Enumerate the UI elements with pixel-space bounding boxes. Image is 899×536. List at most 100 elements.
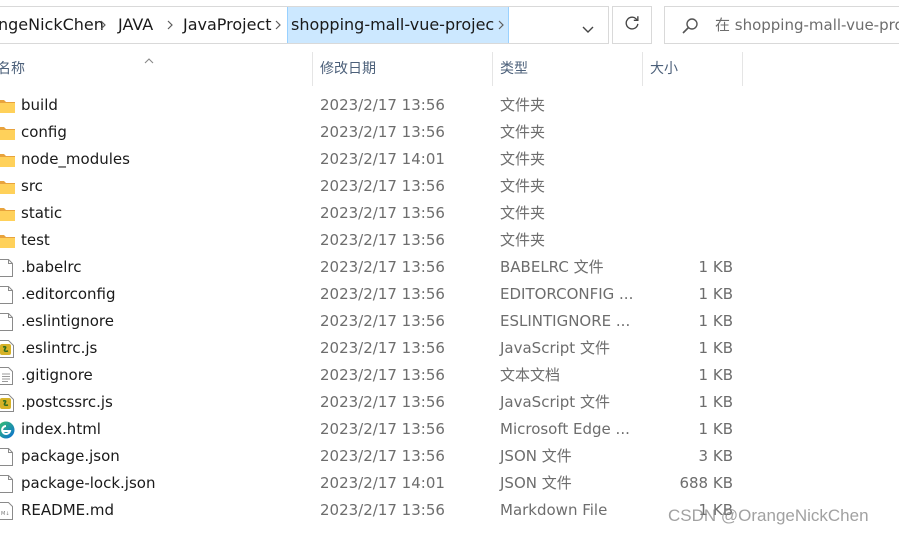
file-type: 文件夹	[500, 177, 546, 195]
file-name: .postcssrc.js	[21, 393, 113, 411]
column-header-type[interactable]: 类型	[500, 52, 528, 86]
search-placeholder[interactable]: 在 shopping-mall-vue-project 中搜索	[715, 7, 899, 43]
file-type: JSON 文件	[500, 474, 572, 492]
file-name: .gitignore	[21, 366, 93, 384]
file-row[interactable]: package-lock.json 2023/2/17 14:01 JSON 文件 6…	[0, 470, 899, 497]
file-modified-date: 2023/2/17 14:01	[320, 474, 445, 492]
file-name: README.md	[21, 501, 115, 519]
file-type: 文件夹	[500, 150, 546, 168]
file-row[interactable]: package.json 2023/2/17 13:56 JSON 文件 3 KB	[0, 443, 899, 470]
breadcrumb-java[interactable]: JAVA	[118, 7, 153, 43]
breadcrumb-user[interactable]: ngeNickChen	[0, 7, 104, 43]
column-divider[interactable]	[742, 52, 743, 86]
column-divider[interactable]	[312, 52, 313, 86]
text-file-icon	[0, 366, 15, 385]
breadcrumb-separator-icon[interactable]	[96, 7, 110, 43]
file-size: 3 KB	[698, 447, 733, 465]
file-name: .eslintignore	[21, 312, 114, 330]
file-name: node_modules	[21, 150, 130, 168]
file-name: build	[21, 96, 58, 114]
file-modified-date: 2023/2/17 13:56	[320, 123, 445, 141]
file-modified-date: 2023/2/17 13:56	[320, 258, 445, 276]
watermark: CSDN @OrangeNickChen	[668, 506, 869, 525]
file-modified-date: 2023/2/17 13:56	[320, 231, 445, 249]
edge-icon	[0, 420, 15, 439]
file-size: 688 KB	[679, 474, 733, 492]
column-divider[interactable]	[642, 52, 643, 86]
file-type: EDITORCONFIG ...	[500, 285, 634, 303]
folder-icon	[0, 96, 15, 115]
file-size: 1 KB	[698, 258, 733, 276]
file-type: Microsoft Edge ...	[500, 420, 630, 438]
file-row[interactable]: index.html 2023/2/17 13:56 Microsoft Edge …	[0, 416, 899, 443]
file-type: JavaScript 文件	[500, 393, 610, 411]
column-header-modified[interactable]: 修改日期	[320, 52, 376, 86]
file-modified-date: 2023/2/17 13:56	[320, 285, 445, 303]
file-size: 1 KB	[698, 366, 733, 384]
column-divider[interactable]	[492, 52, 493, 86]
folder-icon	[0, 231, 15, 250]
column-header-size[interactable]: 大小	[650, 52, 678, 86]
file-size: 1 KB	[698, 312, 733, 330]
file-row[interactable]: test 2023/2/17 13:56 文件夹	[0, 227, 899, 254]
breadcrumb-separator-icon[interactable]	[163, 7, 177, 43]
file-type: 文本文档	[500, 366, 561, 384]
chevron-down-icon[interactable]	[581, 20, 595, 33]
file-type: 文件夹	[500, 96, 546, 114]
file-modified-date: 2023/2/17 13:56	[320, 204, 445, 222]
file-size: 1 KB	[698, 339, 733, 357]
file-row[interactable]: .postcssrc.js 2023/2/17 13:56 JavaScript 文…	[0, 389, 899, 416]
breadcrumb-separator-icon[interactable]	[271, 7, 285, 43]
search-icon	[681, 17, 699, 35]
file-row[interactable]: .eslintrc.js 2023/2/17 13:56 JavaScript 文件…	[0, 335, 899, 362]
folder-icon	[0, 123, 15, 142]
file-row[interactable]: .editorconfig 2023/2/17 13:56 EDITORCONFIG…	[0, 281, 899, 308]
file-icon	[0, 474, 15, 493]
file-row[interactable]: .gitignore 2023/2/17 13:56 文本文档 1 KB	[0, 362, 899, 389]
file-type: BABELRC 文件	[500, 258, 604, 276]
file-type: ESLINTIGNORE ...	[500, 312, 631, 330]
js-file-icon	[0, 393, 15, 412]
file-type: 文件夹	[500, 231, 546, 249]
file-type: JSON 文件	[500, 447, 572, 465]
file-modified-date: 2023/2/17 13:56	[320, 177, 445, 195]
file-name: .editorconfig	[21, 285, 116, 303]
address-bar[interactable]: ngeNickChen JAVA JavaProject shopping-ma…	[0, 6, 609, 44]
file-row[interactable]: config 2023/2/17 13:56 文件夹	[0, 119, 899, 146]
file-row[interactable]: static 2023/2/17 13:56 文件夹	[0, 200, 899, 227]
file-name: src	[21, 177, 43, 195]
file-modified-date: 2023/2/17 13:56	[320, 501, 445, 519]
file-size: 1 KB	[698, 393, 733, 411]
file-row[interactable]: node_modules 2023/2/17 14:01 文件夹	[0, 146, 899, 173]
file-modified-date: 2023/2/17 13:56	[320, 366, 445, 384]
file-size: 1 KB	[698, 420, 733, 438]
file-name: package.json	[21, 447, 120, 465]
file-name: .babelrc	[21, 258, 82, 276]
file-modified-date: 2023/2/17 13:56	[320, 96, 445, 114]
refresh-button[interactable]	[612, 6, 652, 44]
file-icon	[0, 312, 15, 331]
column-header-name[interactable]: 名称	[0, 52, 25, 86]
file-row[interactable]: .eslintignore 2023/2/17 13:56 ESLINTIGNORE…	[0, 308, 899, 335]
file-row[interactable]: build 2023/2/17 13:56 文件夹	[0, 92, 899, 119]
file-row[interactable]: src 2023/2/17 13:56 文件夹	[0, 173, 899, 200]
file-modified-date: 2023/2/17 14:01	[320, 150, 445, 168]
file-icon	[0, 258, 15, 277]
sort-ascending-icon	[144, 50, 154, 64]
folder-icon	[0, 204, 15, 223]
file-size: 1 KB	[698, 285, 733, 303]
breadcrumb-javaproject[interactable]: JavaProject	[183, 7, 272, 43]
file-icon	[0, 285, 15, 304]
file-row[interactable]: .babelrc 2023/2/17 13:56 BABELRC 文件 1 KB	[0, 254, 899, 281]
file-name: index.html	[21, 420, 101, 438]
markdown-file-icon: M↓	[0, 501, 15, 520]
breadcrumb-separator-icon[interactable]	[494, 7, 509, 43]
file-icon	[0, 447, 15, 466]
file-type: 文件夹	[500, 204, 546, 222]
file-modified-date: 2023/2/17 13:56	[320, 312, 445, 330]
breadcrumb-current-folder[interactable]: shopping-mall-vue-project	[287, 7, 505, 43]
search-box[interactable]: 在 shopping-mall-vue-project 中搜索	[664, 6, 899, 44]
refresh-icon	[623, 14, 641, 36]
file-type: Markdown File	[500, 501, 608, 519]
file-modified-date: 2023/2/17 13:56	[320, 447, 445, 465]
